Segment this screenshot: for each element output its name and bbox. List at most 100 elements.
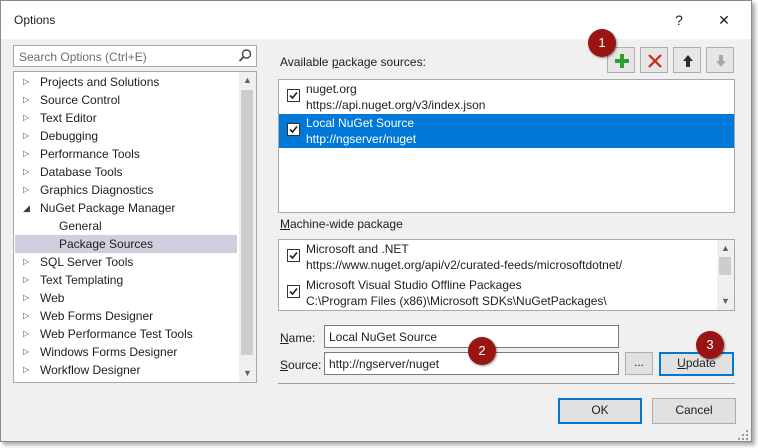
- search-input[interactable]: Search Options (Ctrl+E): [19, 50, 147, 64]
- source-name: Microsoft and .NET: [306, 242, 409, 256]
- tree-item-workflow-designer[interactable]: ▷ Workflow Designer: [15, 361, 237, 379]
- tree-item-label: Database Tools: [40, 165, 123, 179]
- name-label: Name:: [280, 331, 316, 345]
- callout-badge-1: 1: [588, 29, 616, 57]
- x-icon: [648, 54, 662, 68]
- update-button[interactable]: Update: [659, 352, 734, 376]
- tree-item-projects-and-solutions[interactable]: ▷ Projects and Solutions: [15, 73, 237, 91]
- source-item-microsoft-dotnet[interactable]: Microsoft and .NET https://www.nuget.org…: [279, 240, 734, 274]
- help-button[interactable]: ?: [665, 10, 693, 30]
- checkmark-icon: [289, 251, 298, 260]
- cancel-button[interactable]: Cancel: [652, 398, 736, 424]
- checkmark-icon: [289, 125, 298, 134]
- tree-item-label: Graphics Diagnostics: [40, 183, 154, 197]
- expand-arrow-icon[interactable]: ▷: [23, 343, 33, 361]
- resize-grip-icon[interactable]: [737, 429, 749, 441]
- scroll-thumb[interactable]: [719, 257, 731, 275]
- title-bar: Options ? ✕: [1, 1, 751, 39]
- tree-item-graphics-diagnostics[interactable]: ▷ Graphics Diagnostics: [15, 181, 237, 199]
- collapse-arrow-icon[interactable]: ◢: [23, 199, 33, 217]
- tree-item-sql-server-tools[interactable]: ▷ SQL Server Tools: [15, 253, 237, 271]
- tree-item-web-forms-designer[interactable]: ▷ Web Forms Designer: [15, 307, 237, 325]
- source-url: https://www.nuget.org/api/v2/curated-fee…: [306, 258, 623, 272]
- tree-item-performance-tools[interactable]: ▷ Performance Tools: [15, 145, 237, 163]
- close-button[interactable]: ✕: [710, 10, 738, 30]
- scroll-down-icon[interactable]: ▼: [239, 365, 256, 382]
- search-icon[interactable]: [237, 48, 253, 64]
- expand-arrow-icon[interactable]: ▷: [23, 127, 33, 145]
- expand-arrow-icon[interactable]: ▷: [23, 253, 33, 271]
- source-checkbox[interactable]: [287, 89, 300, 102]
- callout-badge-3: 3: [696, 331, 724, 359]
- tree-item-label: Package Sources: [59, 237, 154, 251]
- source-url: https://api.nuget.org/v3/index.json: [306, 98, 486, 112]
- tree-item-label: NuGet Package Manager: [40, 201, 176, 215]
- move-up-button[interactable]: [673, 47, 701, 73]
- source-item-local-nuget[interactable]: Local NuGet Source http://ngserver/nuget: [279, 114, 734, 148]
- expand-arrow-icon[interactable]: ▷: [23, 73, 33, 91]
- tree-item-label: Workflow Designer: [40, 363, 141, 377]
- tree-item-label: SQL Server Tools: [40, 255, 134, 269]
- source-checkbox[interactable]: [287, 249, 300, 262]
- arrow-down-icon: [716, 55, 726, 67]
- source-item-vs-offline[interactable]: Microsoft Visual Studio Offline Packages…: [279, 276, 734, 310]
- source-checkbox[interactable]: [287, 123, 300, 136]
- browse-button[interactable]: ...: [625, 352, 653, 375]
- machine-wide-list[interactable]: Microsoft and .NET https://www.nuget.org…: [278, 239, 735, 311]
- tree-item-label: Text Editor: [40, 111, 97, 125]
- source-url: http://ngserver/nuget: [306, 132, 417, 146]
- expand-arrow-icon[interactable]: ▷: [23, 109, 33, 127]
- expand-arrow-icon[interactable]: ▷: [23, 91, 33, 109]
- scroll-thumb[interactable]: [241, 90, 253, 355]
- source-label: Source:: [280, 358, 322, 372]
- tree-item-label: Web Forms Designer: [40, 309, 154, 323]
- tree-item-source-control[interactable]: ▷ Source Control: [15, 91, 237, 109]
- tree-item-label: Web Performance Test Tools: [40, 327, 193, 341]
- tree-item-label: Windows Forms Designer: [40, 345, 178, 359]
- move-down-button[interactable]: [706, 47, 734, 73]
- tree-item-label: General: [59, 219, 102, 233]
- options-dialog: Options ? ✕ Search Options (Ctrl+E) ▷ Pr…: [0, 0, 752, 442]
- remove-source-button[interactable]: [640, 47, 668, 73]
- callout-badge-2: 2: [468, 337, 496, 365]
- tree-scrollbar[interactable]: ▲ ▼: [239, 72, 256, 382]
- search-box[interactable]: Search Options (Ctrl+E): [13, 45, 257, 67]
- tree-item-label: Projects and Solutions: [40, 75, 160, 89]
- tree-item-database-tools[interactable]: ▷ Database Tools: [15, 163, 237, 181]
- expand-arrow-icon[interactable]: ▷: [23, 163, 33, 181]
- expand-arrow-icon[interactable]: ▷: [23, 361, 33, 379]
- source-name: Local NuGet Source: [306, 116, 415, 130]
- tree-item-label: Web: [40, 291, 65, 305]
- machine-list-scrollbar[interactable]: ▲ ▼: [717, 240, 734, 310]
- scroll-down-icon[interactable]: ▼: [717, 293, 734, 310]
- tree-item-general[interactable]: General: [15, 217, 237, 235]
- checkmark-icon: [289, 91, 298, 100]
- expand-arrow-icon[interactable]: ▷: [23, 307, 33, 325]
- expand-arrow-icon[interactable]: ▷: [23, 289, 33, 307]
- source-url: C:\Program Files (x86)\Microsoft SDKs\Nu…: [306, 294, 607, 308]
- expand-arrow-icon[interactable]: ▷: [23, 145, 33, 163]
- tree-item-package-sources[interactable]: Package Sources: [15, 235, 237, 253]
- tree-item-label: Debugging: [40, 129, 99, 143]
- source-name: nuget.org: [306, 82, 357, 96]
- tree-item-text-templating[interactable]: ▷ Text Templating: [15, 271, 237, 289]
- available-sources-list[interactable]: nuget.org https://api.nuget.org/v3/index…: [278, 79, 735, 213]
- arrow-up-icon: [683, 55, 693, 67]
- tree-item-web-performance-test-tools[interactable]: ▷ Web Performance Test Tools: [15, 325, 237, 343]
- ok-button[interactable]: OK: [558, 398, 642, 424]
- tree-item-nuget-package-manager[interactable]: ◢ NuGet Package Manager: [15, 199, 237, 217]
- tree-item-windows-forms-designer[interactable]: ▷ Windows Forms Designer: [15, 343, 237, 361]
- scroll-up-icon[interactable]: ▲: [717, 240, 734, 257]
- tree-item-label: Performance Tools: [40, 147, 140, 161]
- expand-arrow-icon[interactable]: ▷: [23, 271, 33, 289]
- available-sources-label: Available package sources:: [280, 55, 426, 69]
- options-tree[interactable]: ▷ Projects and Solutions ▷ Source Contro…: [13, 71, 257, 383]
- expand-arrow-icon[interactable]: ▷: [23, 181, 33, 199]
- source-item-nuget-org[interactable]: nuget.org https://api.nuget.org/v3/index…: [279, 80, 734, 114]
- expand-arrow-icon[interactable]: ▷: [23, 325, 33, 343]
- tree-item-web[interactable]: ▷ Web: [15, 289, 237, 307]
- scroll-up-icon[interactable]: ▲: [239, 72, 256, 89]
- source-checkbox[interactable]: [287, 285, 300, 298]
- tree-item-text-editor[interactable]: ▷ Text Editor: [15, 109, 237, 127]
- tree-item-debugging[interactable]: ▷ Debugging: [15, 127, 237, 145]
